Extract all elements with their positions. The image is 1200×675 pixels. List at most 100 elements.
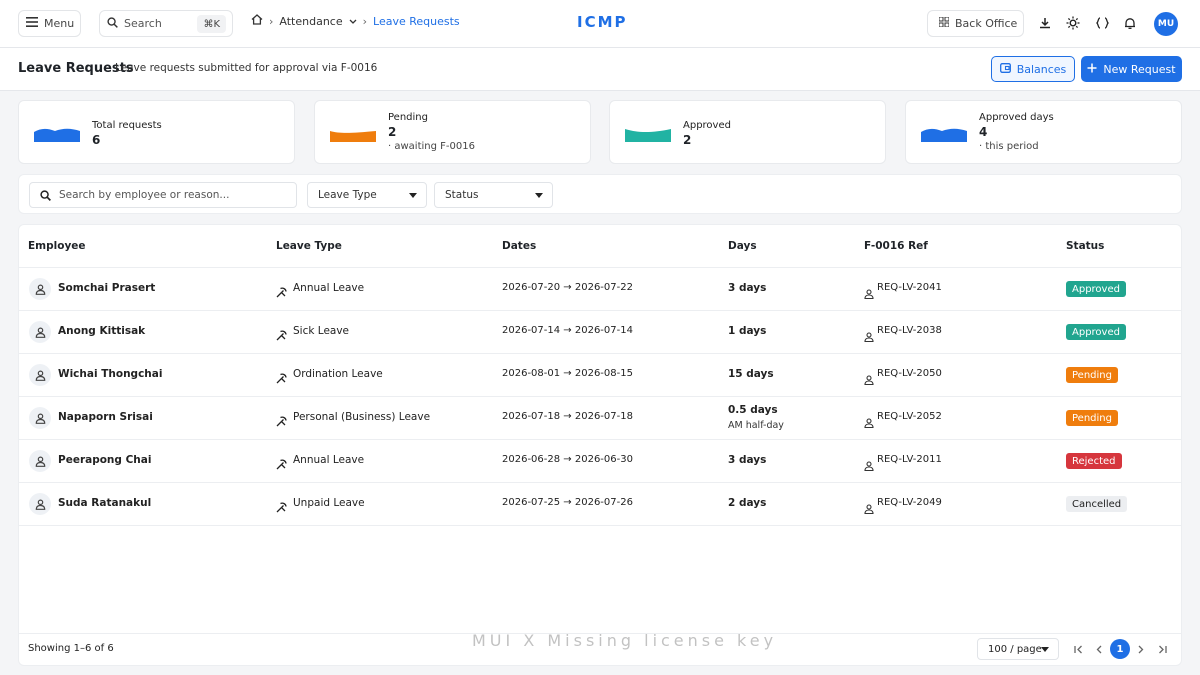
request-ref-icon xyxy=(864,370,874,389)
dropdown-arrow-icon xyxy=(1041,647,1049,652)
leave-type: Annual Leave xyxy=(293,282,365,294)
search-shortcut: ⌘K xyxy=(197,15,226,33)
leave-type: Sick Leave xyxy=(293,325,350,337)
stat-note: · awaiting F-0016 xyxy=(388,141,475,152)
balances-button[interactable]: Balances xyxy=(991,56,1075,82)
leave-type-icon xyxy=(276,498,287,517)
previous-page-icon[interactable] xyxy=(1091,641,1107,657)
back-office-button[interactable]: Back Office xyxy=(927,10,1024,37)
new-request-button[interactable]: New Request xyxy=(1081,56,1182,82)
leave-days: 3 days xyxy=(728,282,767,294)
table-row[interactable]: Napaporn Srisai Personal (Business) Leave… xyxy=(19,397,1181,440)
per-page-select[interactable]: 100 / page xyxy=(977,638,1059,660)
employee-avatar xyxy=(29,450,51,472)
first-page-icon[interactable] xyxy=(1070,641,1086,657)
employee-avatar xyxy=(29,364,51,386)
dropdown-arrow-icon xyxy=(409,193,417,198)
code-icon[interactable] xyxy=(1094,15,1110,31)
request-ref[interactable]: REQ-LV-2038 xyxy=(877,325,942,336)
leave-days: 1 days xyxy=(728,325,767,337)
request-ref[interactable]: REQ-LV-2011 xyxy=(877,454,942,465)
balances-label: Balances xyxy=(1016,62,1067,76)
status-badge: Pending xyxy=(1066,410,1118,426)
employee-search-input[interactable] xyxy=(59,189,279,201)
table-row[interactable]: Somchai Prasert Annual Leave 2026-07-20 → … xyxy=(19,268,1181,311)
status-select-label: Status xyxy=(445,189,479,201)
leave-requests-table: Employee Leave Type Dates Days F-0016 Re… xyxy=(18,224,1182,666)
global-search-button[interactable]: Search ⌘K xyxy=(99,10,233,37)
home-icon[interactable] xyxy=(251,14,263,28)
stat-label: Total requests xyxy=(92,120,162,131)
breadcrumb: › Attendance › Leave Requests xyxy=(251,14,460,28)
row-count-text: Showing 1–6 of 6 xyxy=(28,643,114,654)
employee-name: Anong Kittisak xyxy=(58,325,146,337)
column-header-leave-type[interactable]: Leave Type xyxy=(276,240,342,252)
leave-type: Personal (Business) Leave xyxy=(293,411,431,423)
stat-card-approved-days: Approved days 4 · this period xyxy=(905,100,1182,164)
table-row[interactable]: Wichai Thongchai Ordination Leave 2026-08-… xyxy=(19,354,1181,397)
bell-icon[interactable] xyxy=(1122,15,1138,31)
column-header-status[interactable]: Status xyxy=(1066,240,1104,252)
wallet-icon xyxy=(999,62,1011,76)
request-ref[interactable]: REQ-LV-2049 xyxy=(877,497,942,508)
stat-value: 6 xyxy=(92,133,101,147)
leave-days: 3 days xyxy=(728,454,767,466)
download-icon[interactable] xyxy=(1037,15,1053,31)
request-ref[interactable]: REQ-LV-2052 xyxy=(877,411,942,422)
leave-type-icon xyxy=(276,455,287,474)
column-header-days[interactable]: Days xyxy=(728,240,757,252)
search-label: Search xyxy=(124,17,162,30)
stat-value: 2 xyxy=(683,133,692,147)
leave-dates: 2026-06-28 → 2026-06-30 xyxy=(502,454,633,465)
chevron-down-icon[interactable] xyxy=(349,15,357,28)
hamburger-icon xyxy=(26,17,38,30)
page-1-button[interactable]: 1 xyxy=(1110,639,1130,659)
status-select[interactable]: Status xyxy=(434,182,553,208)
employee-avatar xyxy=(29,493,51,515)
leave-type-icon xyxy=(276,412,287,431)
employee-name: Wichai Thongchai xyxy=(58,368,163,380)
table-row[interactable]: Anong Kittisak Sick Leave 2026-07-14 → 202… xyxy=(19,311,1181,354)
breadcrumb-attendance[interactable]: Attendance xyxy=(279,15,342,28)
stat-card-approved: Approved 2 xyxy=(609,100,886,164)
menu-button[interactable]: Menu xyxy=(18,10,81,37)
grid-icon xyxy=(938,16,950,30)
user-avatar[interactable]: MU xyxy=(1154,12,1178,36)
leave-type-icon xyxy=(276,326,287,345)
employee-avatar xyxy=(29,278,51,300)
employee-avatar xyxy=(29,407,51,429)
column-header-dates[interactable]: Dates xyxy=(502,240,536,252)
table-row[interactable]: Suda Ratanakul Unpaid Leave 2026-07-25 → 2… xyxy=(19,483,1181,526)
leave-dates: 2026-07-18 → 2026-07-18 xyxy=(502,411,633,422)
leave-type-select-label: Leave Type xyxy=(318,189,377,201)
page-header: Leave Requests Leave requests submitted … xyxy=(0,48,1200,91)
employee-name: Peerapong Chai xyxy=(58,454,152,466)
table-row[interactable]: Peerapong Chai Annual Leave 2026-06-28 → 2… xyxy=(19,440,1181,483)
leave-dates: 2026-07-14 → 2026-07-14 xyxy=(502,325,633,336)
request-ref[interactable]: REQ-LV-2050 xyxy=(877,368,942,379)
status-badge: Rejected xyxy=(1066,453,1122,469)
last-page-icon[interactable] xyxy=(1154,641,1170,657)
person-icon xyxy=(35,412,45,424)
sun-icon[interactable] xyxy=(1065,15,1081,31)
column-header-ref[interactable]: F-0016 Ref xyxy=(864,240,928,252)
leave-type-icon xyxy=(276,369,287,388)
request-ref-icon xyxy=(864,499,874,518)
stat-value: 4 xyxy=(979,125,988,139)
top-bar: Menu Search ⌘K › Attendance › Leave Requ… xyxy=(0,0,1200,48)
new-request-label: New Request xyxy=(1103,62,1176,76)
leave-type-select[interactable]: Leave Type xyxy=(307,182,427,208)
stat-label: Pending xyxy=(388,112,428,123)
status-badge: Cancelled xyxy=(1066,496,1128,512)
request-ref-icon xyxy=(864,413,874,432)
request-ref[interactable]: REQ-LV-2041 xyxy=(877,282,942,293)
leave-dates: 2026-07-20 → 2026-07-22 xyxy=(502,282,633,293)
stat-label: Approved days xyxy=(979,112,1054,123)
employee-search-field[interactable] xyxy=(29,182,297,208)
chevron-right-icon: › xyxy=(269,14,274,28)
brand-logo[interactable]: ICMP xyxy=(577,13,628,31)
column-header-employee[interactable]: Employee xyxy=(28,240,86,252)
leave-type: Ordination Leave xyxy=(293,368,383,380)
stat-card-total: Total requests 6 xyxy=(18,100,295,164)
next-page-icon[interactable] xyxy=(1133,641,1149,657)
